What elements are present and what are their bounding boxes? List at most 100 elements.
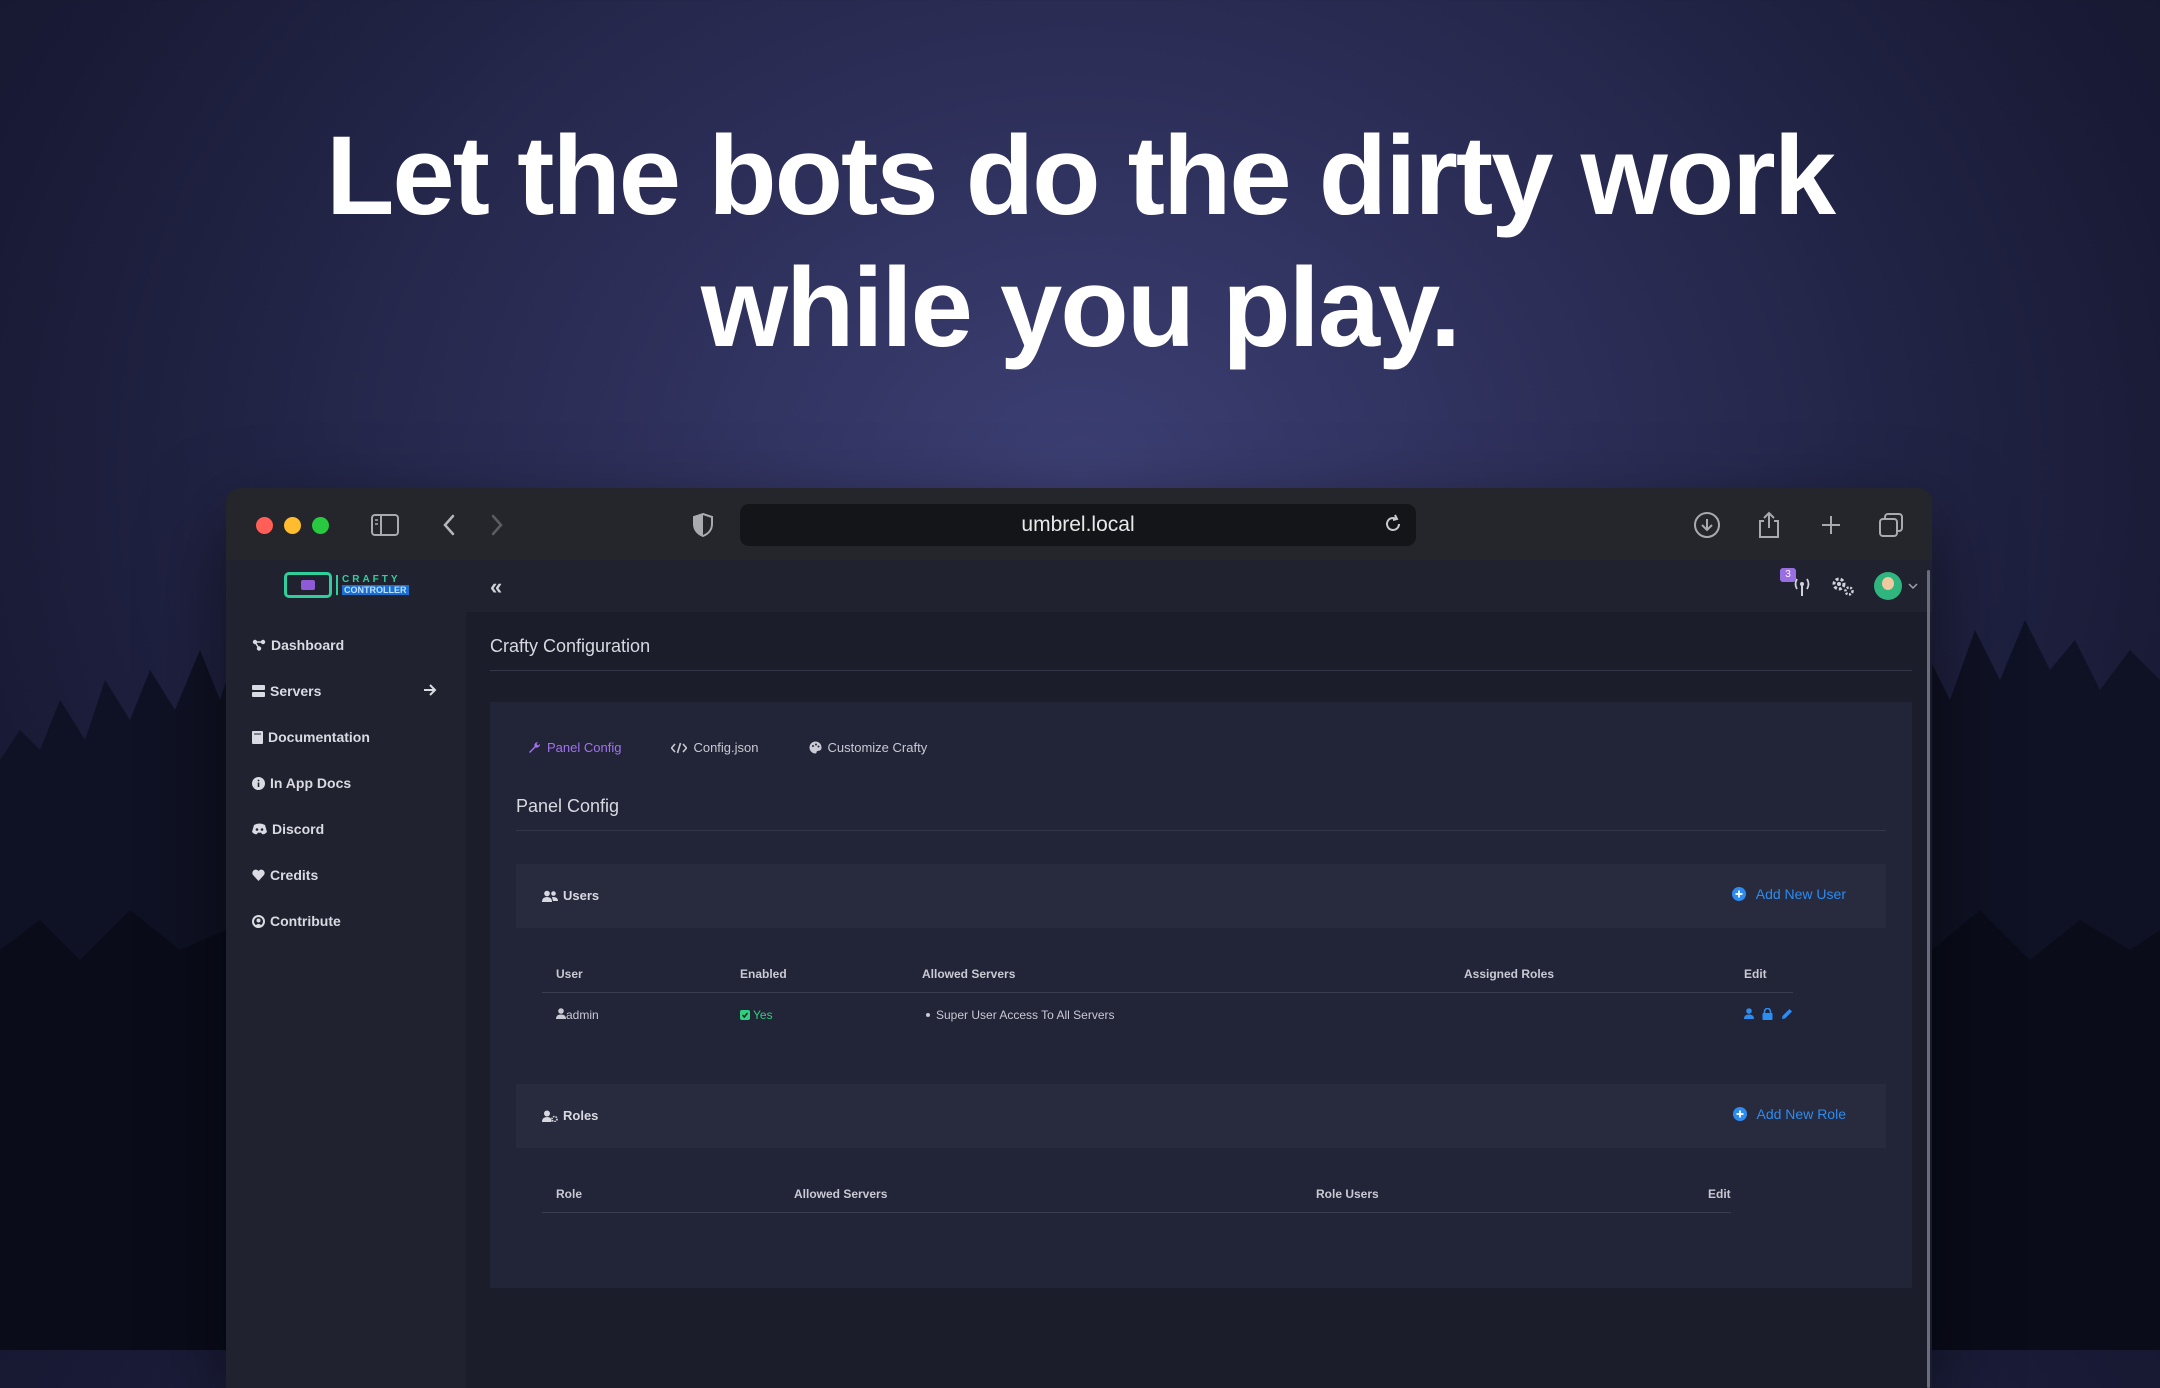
add-new-user-label: Add New User	[1755, 886, 1846, 902]
main-content: « 3 Crafty Configuration Panel Config Co…	[466, 560, 1932, 1388]
column-header: Assigned Roles	[1450, 956, 1730, 993]
notification-count-badge: 3	[1780, 568, 1796, 582]
column-header: Role	[542, 1176, 780, 1213]
users-icon	[542, 890, 558, 902]
sidebar: CRAFTY CONTROLLER Dashboard Servers Docu…	[226, 560, 466, 1388]
roles-table-header: Role Allowed Servers Role Users Edit	[542, 1176, 1731, 1213]
sidebar-item-label: Contribute	[270, 913, 341, 929]
reload-icon[interactable]	[1382, 513, 1404, 541]
logo-text-crafty: CRAFTY	[342, 574, 401, 585]
back-icon[interactable]	[434, 510, 464, 540]
tab-panel-config[interactable]: Panel Config	[528, 740, 621, 755]
info-icon	[252, 776, 265, 790]
assigned-roles-cell	[1450, 993, 1730, 1038]
tab-label: Config.json	[693, 740, 759, 755]
divider	[516, 830, 1886, 831]
sidebar-item-discord[interactable]: Discord	[252, 806, 442, 852]
arrow-right-icon[interactable]	[423, 684, 437, 696]
sidebar-item-label: In App Docs	[270, 775, 352, 791]
add-new-user-button[interactable]: Add New User	[1731, 886, 1846, 902]
sidebar-item-label: Credits	[270, 867, 319, 883]
settings-gears-icon[interactable]	[1830, 574, 1856, 598]
sidebar-item-label: Servers	[270, 683, 322, 699]
sidebar-item-label: Documentation	[268, 729, 370, 745]
column-header: Edit	[1730, 956, 1793, 993]
user-icon	[556, 1008, 566, 1019]
wrench-icon	[529, 741, 541, 753]
tab-overview-icon[interactable]	[1876, 510, 1906, 540]
tab-label: Panel Config	[547, 740, 622, 755]
check-square-icon	[740, 1010, 750, 1020]
downloads-icon[interactable]	[1692, 510, 1722, 540]
tab-customize-crafty[interactable]: Customize Crafty	[809, 740, 928, 755]
sidebar-item-documentation[interactable]: Documentation	[252, 714, 442, 760]
tab-label: Customize Crafty	[827, 740, 928, 755]
chevron-down-icon[interactable]	[1908, 582, 1918, 590]
browser-toolbar: umbrel.local	[226, 488, 1932, 561]
url-text: umbrel.local	[1021, 513, 1135, 536]
collapse-sidebar-button[interactable]: «	[490, 574, 502, 600]
sidebar-item-in-app-docs[interactable]: In App Docs	[252, 760, 442, 806]
privacy-shield-icon[interactable]	[688, 510, 718, 540]
logo-text-controller: CONTROLLER	[342, 585, 409, 595]
page-title: Crafty Configuration	[490, 636, 651, 656]
user-cell: admin	[542, 993, 726, 1038]
allowed-servers-cell: Super User Access To All Servers	[908, 993, 1450, 1038]
sidebar-item-credits[interactable]: Credits	[252, 852, 442, 898]
users-panel-header: Users Add New User	[516, 864, 1886, 928]
sidebar-item-label: Discord	[272, 821, 325, 837]
book-icon	[252, 730, 263, 744]
users-table: User Enabled Allowed Servers Assigned Ro…	[542, 956, 1793, 1037]
roles-title-label: Roles	[563, 1108, 599, 1123]
heart-icon	[252, 869, 265, 881]
vertical-scrollbar[interactable]	[1927, 570, 1930, 1388]
sidebar-toggle-icon[interactable]	[370, 510, 400, 540]
forward-icon[interactable]	[482, 510, 512, 540]
new-tab-icon[interactable]	[1816, 510, 1846, 540]
servers-icon	[252, 685, 265, 697]
edit-user-icon[interactable]	[1744, 1008, 1754, 1020]
pencil-icon[interactable]	[1781, 1008, 1793, 1020]
bullet-icon	[926, 1013, 930, 1017]
roles-title: Roles	[542, 1108, 598, 1123]
notifications-button[interactable]: 3	[1780, 568, 1812, 600]
sidebar-item-servers[interactable]: Servers	[252, 668, 442, 714]
users-table-header: User Enabled Allowed Servers Assigned Ro…	[542, 956, 1793, 993]
contribute-icon	[252, 914, 265, 928]
enabled-status: Yes	[740, 1008, 773, 1022]
crafty-logo-mark-icon	[284, 572, 332, 598]
enabled-label: Yes	[753, 1008, 773, 1022]
roles-panel-header: Roles Add New Role	[516, 1084, 1886, 1148]
column-header: User	[542, 956, 726, 993]
share-icon[interactable]	[1754, 510, 1784, 540]
add-new-role-button[interactable]: Add New Role	[1732, 1106, 1846, 1122]
hero-headline: Let the bots do the dirty work while you…	[0, 110, 2160, 374]
crafty-app: CRAFTY CONTROLLER Dashboard Servers Docu…	[226, 560, 1932, 1388]
top-navbar: « 3	[466, 560, 1932, 612]
column-header: Enabled	[726, 956, 908, 993]
sidebar-item-contribute[interactable]: Contribute	[252, 898, 442, 944]
user-cog-icon	[542, 1110, 558, 1122]
allowed-servers-text: Super User Access To All Servers	[936, 1008, 1115, 1022]
navbar-actions: 3	[1780, 568, 1918, 600]
sidebar-item-dashboard[interactable]: Dashboard	[252, 622, 442, 668]
users-title-label: Users	[563, 888, 600, 903]
column-header: Edit	[1694, 1176, 1731, 1213]
roles-table: Role Allowed Servers Role Users Edit	[542, 1176, 1731, 1213]
crafty-logo[interactable]: CRAFTY CONTROLLER	[284, 572, 409, 598]
table-row: admin Yes Super User Access To All Serve…	[542, 993, 1793, 1038]
minimize-window-button[interactable]	[284, 517, 301, 534]
dashboard-icon	[252, 639, 266, 651]
column-header: Role Users	[1302, 1176, 1694, 1213]
address-bar[interactable]: umbrel.local	[740, 504, 1416, 546]
lock-icon[interactable]	[1762, 1007, 1773, 1020]
palette-icon	[809, 741, 821, 754]
headline-line-2: while you play.	[700, 245, 1461, 370]
user-avatar[interactable]	[1874, 572, 1902, 600]
config-tabs: Panel Config Config.json Customize Craft…	[528, 740, 977, 755]
users-title: Users	[542, 888, 599, 903]
sidebar-item-label: Dashboard	[271, 637, 345, 653]
tab-config-json[interactable]: Config.json	[671, 740, 759, 755]
zoom-window-button[interactable]	[312, 517, 329, 534]
close-window-button[interactable]	[256, 517, 273, 534]
